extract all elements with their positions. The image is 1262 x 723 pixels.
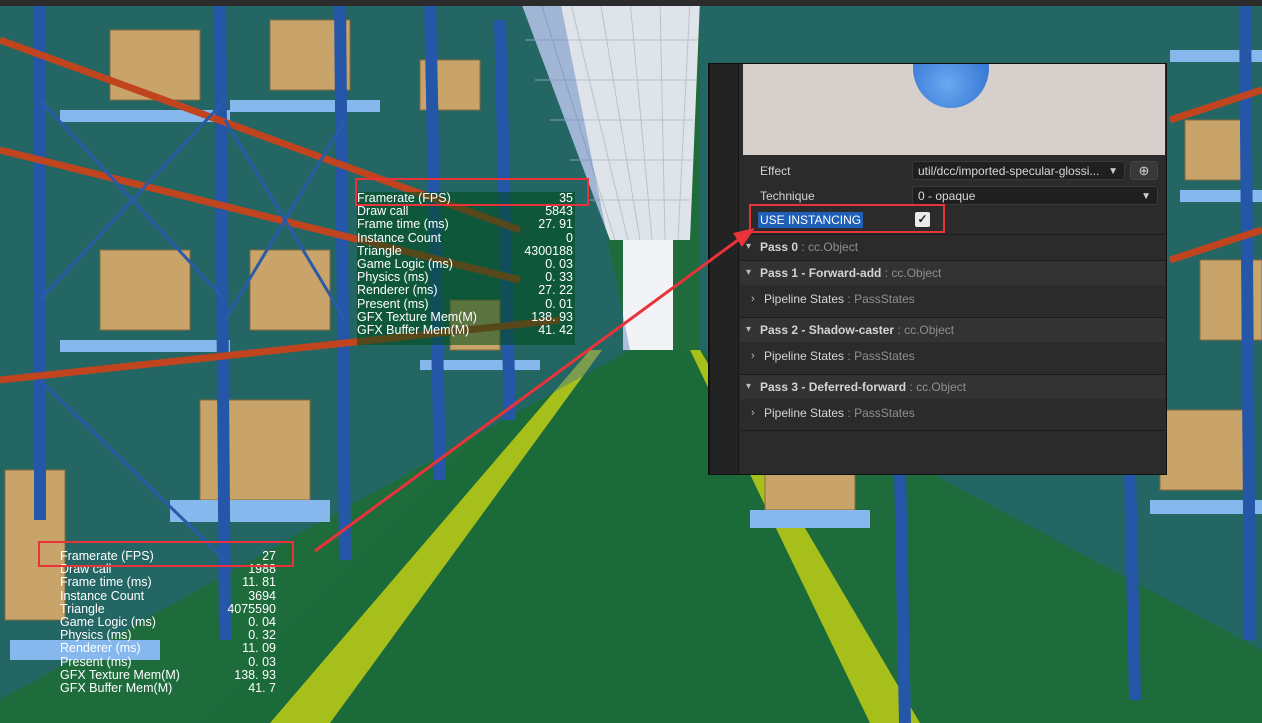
stat-row-buffer-mem: GFX Buffer Mem(M) 41. 7 [60,681,276,696]
pass-1-type: : cc.Object [881,266,942,280]
chevron-right-icon: › [751,407,755,419]
chevron-down-icon: ▾ [746,241,752,252]
pass-1-title: Pass 1 - Forward-add [760,266,882,280]
pass-2-header[interactable]: ▾ Pass 2 - Shadow-caster : cc.Object [740,318,1165,342]
pass-1-header[interactable]: ▾ Pass 1 - Forward-add : cc.Object [740,261,1165,285]
inspector-gutter [710,64,739,474]
crosshair-icon: ⊕ [1138,163,1150,178]
pass-3-header[interactable]: ▾ Pass 3 - Deferred-forward : cc.Object [740,375,1165,399]
pass-2-pipeline-states[interactable]: › Pipeline States : PassStates [740,342,1165,370]
highlight-fps-before [355,178,589,206]
profiler-stats-after: Framerate (FPS) 27 Draw call 1988 Frame ti… [60,549,276,696]
chevron-right-icon: › [751,293,755,305]
pass-3-type: : cc.Object [906,380,967,394]
locate-effect-button[interactable]: ⊕ [1130,161,1158,180]
stat-row-present: Present (ms) 0. 03 [60,654,276,669]
stat-row-instance-count: Instance Count 3694 [60,588,276,603]
technique-value: 0 - opaque [918,189,976,203]
chevron-down-icon: ▼ [1141,191,1151,202]
pass-2-type: : cc.Object [894,323,955,337]
material-inspector-panel: Effect util/dcc/imported-specular-glossi… [709,64,1166,474]
stat-row-buffer-mem: GFX Buffer Mem(M) 41. 42 [357,323,573,338]
chevron-down-icon: ▾ [746,324,752,335]
divider [740,430,1165,431]
chevron-right-icon: › [751,350,755,362]
stat-row-frame-time: Frame time (ms) 11. 81 [60,575,276,590]
material-preview [743,64,1165,155]
pass-0-title: Pass 0 [760,240,799,254]
stat-row-present: Present (ms) 0. 01 [357,296,573,311]
chevron-down-icon: ▾ [746,267,752,278]
stat-row-renderer: Renderer (ms) 11. 09 [60,641,276,656]
chevron-down-icon: ▼ [1108,166,1118,177]
technique-dropdown[interactable]: 0 - opaque ▼ [912,186,1158,205]
effect-value: util/dcc/imported-specular-glossi... [918,164,1100,178]
chevron-down-icon: ▾ [746,381,752,392]
preview-sphere [913,64,989,108]
effect-dropdown[interactable]: util/dcc/imported-specular-glossi... ▼ [912,161,1125,180]
pass-3-pipeline-states[interactable]: › Pipeline States : PassStates [740,399,1165,427]
technique-label: Technique [760,189,815,203]
pass-0-header[interactable]: ▾ Pass 0 : cc.Object [740,235,1165,259]
stat-row-instance-count: Instance Count 0 [357,230,573,245]
stat-row-frame-time: Frame time (ms) 27. 91 [357,217,573,232]
highlight-fps-after [38,541,294,567]
pass-0-type: : cc.Object [798,240,859,254]
pass-2-title: Pass 2 - Shadow-caster [760,323,895,337]
profiler-stats-before: Framerate (FPS) 35 Draw call 5843 Frame ti… [357,191,575,346]
highlight-use-instancing [749,204,945,233]
pass-1-pipeline-states[interactable]: › Pipeline States : PassStates [740,285,1165,313]
effect-label: Effect [760,164,791,178]
pass-3-title: Pass 3 - Deferred-forward [760,380,907,394]
stat-row-renderer: Renderer (ms) 27. 22 [357,283,573,298]
